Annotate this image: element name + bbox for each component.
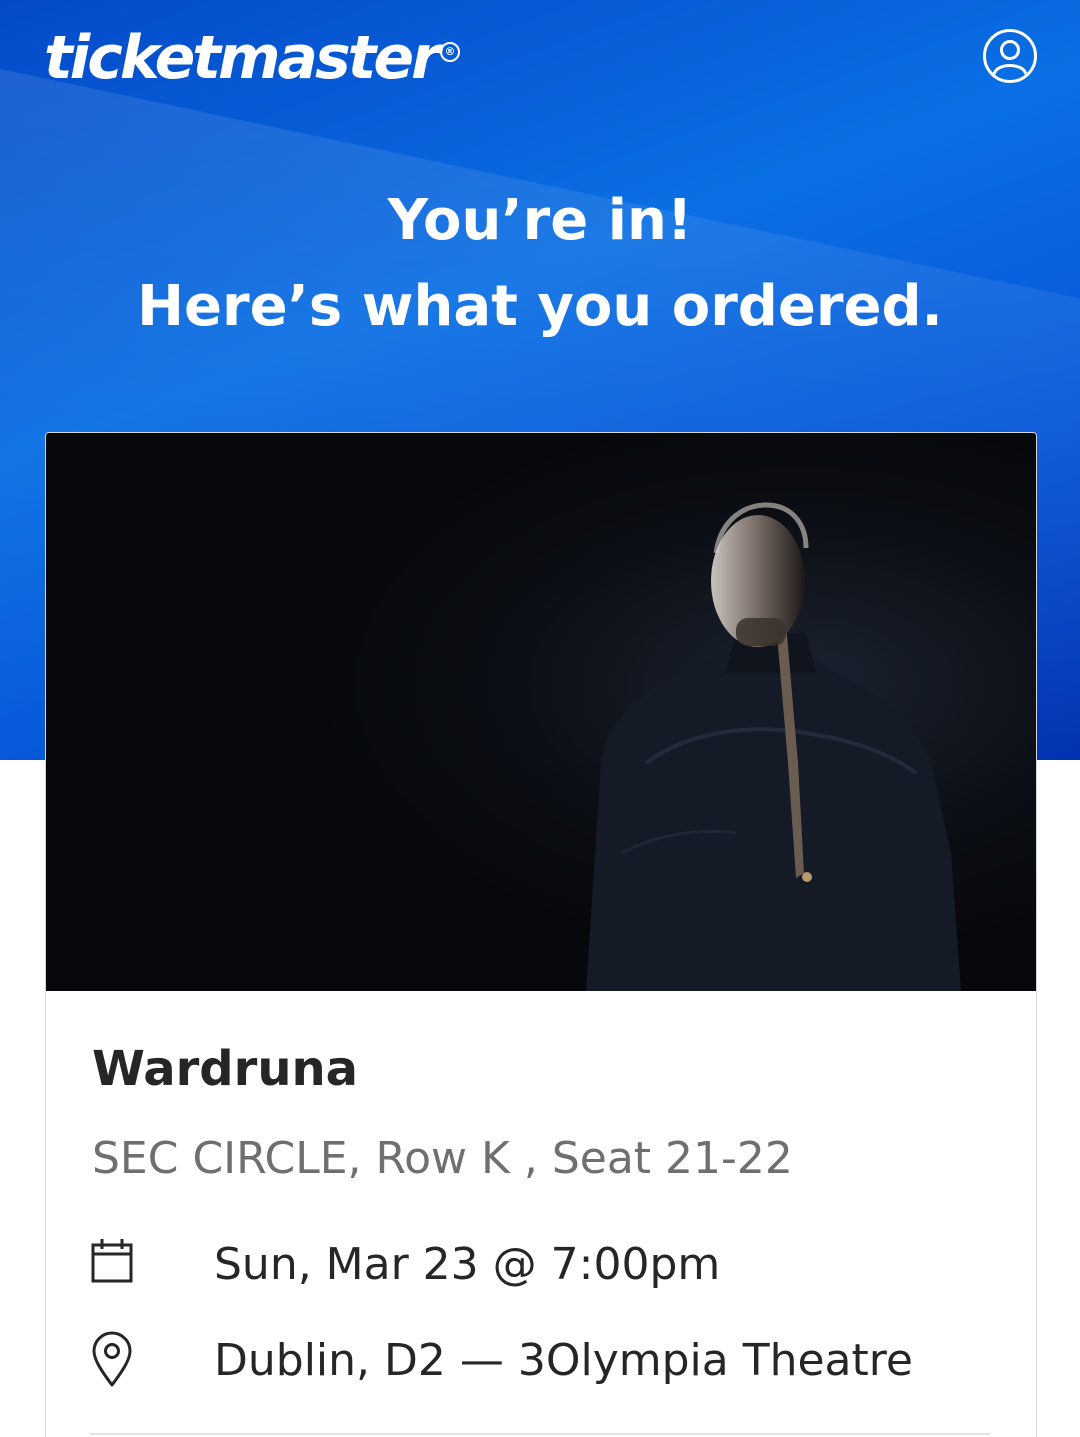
event-date-row: Sun, Mar 23 @ 7:00pm <box>90 1233 990 1303</box>
order-confirmation-page: ticketmaster ® You’re in! Here’s what yo… <box>0 0 1080 1437</box>
event-venue-row: Dublin, D2 — 3Olympia Theatre <box>90 1329 990 1399</box>
headline-line-1: You’re in! <box>387 188 693 253</box>
user-account-icon[interactable] <box>982 28 1038 84</box>
ticketmaster-logo[interactable]: ticketmaster <box>44 22 441 94</box>
calendar-icon <box>90 1233 134 1293</box>
order-card[interactable]: Wardruna SEC CIRCLE, Row K , Seat 21-22 … <box>45 432 1037 1437</box>
artist-photo <box>46 433 1036 991</box>
card-divider <box>90 1433 990 1435</box>
event-date: Sun, Mar 23 @ 7:00pm <box>214 1239 721 1290</box>
seat-info: SEC CIRCLE, Row K , Seat 21-22 <box>92 1133 793 1184</box>
registered-trademark-icon: ® <box>440 42 460 62</box>
headline-line-2: Here’s what you ordered. <box>137 274 943 339</box>
location-pin-icon <box>90 1329 134 1389</box>
event-venue: Dublin, D2 — 3Olympia Theatre <box>214 1335 913 1386</box>
confirmation-headline: You’re in! Here’s what you ordered. <box>0 178 1080 350</box>
event-title[interactable]: Wardruna <box>92 1037 358 1101</box>
